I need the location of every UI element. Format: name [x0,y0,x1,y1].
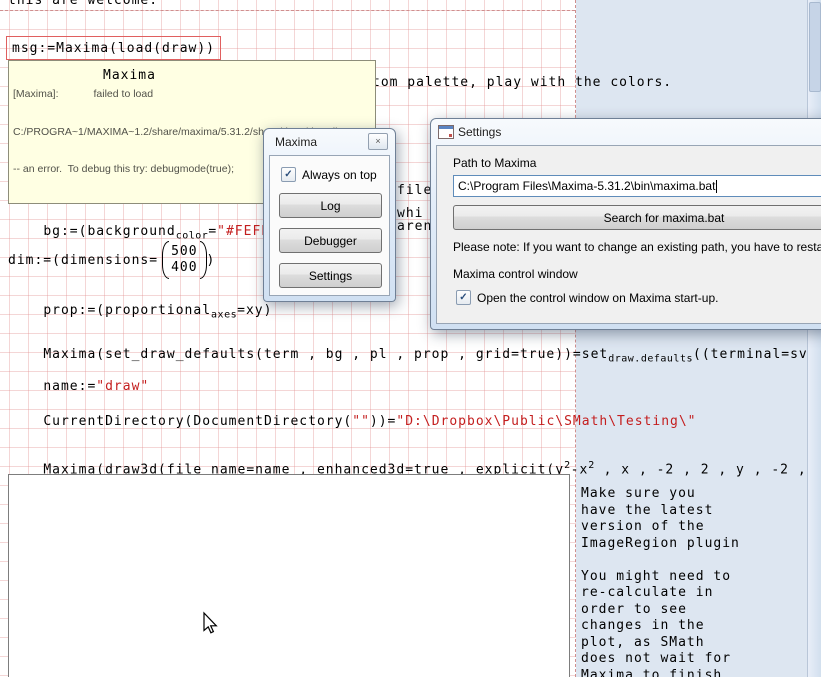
open-on-startup-row: ✓ Open the control window on Maxima star… [456,290,809,305]
text-region-welcome[interactable]: this are welcome. [8,0,158,8]
path-to-maxima-label: Path to Maxima [453,156,809,170]
expr-curdir-arg: "" [352,414,370,429]
text-region-palette-note[interactable]: tom palette, play with the colors. [372,75,672,90]
expr-msg-text: msg:=Maxima(load(draw)) [12,41,215,56]
restart-note-label: Please note: If you want to change an ex… [453,240,809,254]
always-on-top-checkbox[interactable]: ✓ [281,167,296,182]
expr-msg[interactable]: msg:=Maxima(load(draw)) [6,36,221,60]
expr-setdef-tail: ((terminal=svg) , (backgroun [693,347,821,362]
expr-dim-head: dim:=(dimensions= [8,253,158,268]
close-button[interactable]: × [368,133,388,150]
right-paren-icon [200,241,207,279]
expr-prop-subscript: axes [211,310,237,321]
page-margin-line [0,10,575,11]
open-on-startup-checkbox[interactable]: ✓ [456,290,471,305]
plot-image-region[interactable] [8,474,570,677]
settings-window-icon [438,125,454,139]
settings-window: Settings Path to Maxima C:\Program Files… [430,118,821,330]
settings-window-body: Path to Maxima C:\Program Files\Maxima-5… [436,145,821,324]
text-fragment-aren[interactable]: aren [397,219,432,234]
expr-prop-head: prop:=(proportional [43,303,211,318]
expr-draw3d-p2: -x [571,462,589,477]
expr-set-draw-defaults[interactable]: Maxima(set_draw_defaults(term , bg , pl … [8,332,821,382]
maxima-control-window: Maxima × ✓ Always on top Log Debugger Se… [263,128,396,302]
expr-setdef-head: Maxima(set_draw_defaults(term , bg , pl … [43,347,608,362]
expr-bg-eq: = [208,224,217,239]
maxima-path-input[interactable]: C:\Program Files\Maxima-5.31.2\bin\maxim… [453,175,821,197]
vertical-scrollbar[interactable] [807,0,821,677]
scrollbar-thumb[interactable] [809,2,821,92]
dimensions-stack: 500 400 [171,244,197,276]
debugger-button[interactable]: Debugger [279,228,382,253]
settings-button[interactable]: Settings [279,263,382,288]
always-on-top-label: Always on top [302,168,377,182]
search-for-maxima-button[interactable]: Search for maxima.bat [453,205,821,230]
left-paren-icon [162,241,169,279]
maxima-window-title: Maxima [275,135,317,149]
text-caret [716,180,717,193]
text-fragment-file[interactable]: file [397,183,432,198]
expr-draw3d-p3: , x , -2 , 2 , y , -2 , 2)))=draw3d((fil… [595,462,821,477]
maxima-control-window-label: Maxima control window [453,267,809,281]
expr-dim-close: ) [207,253,216,268]
smath-workspace: this are welcome. msg:=Maxima(load(draw)… [0,0,821,677]
tooltip-line-1: [Maxima]: failed to load [13,88,371,101]
log-button[interactable]: Log [279,193,382,218]
text-region-notes[interactable]: Make sure you have the latest version of… [581,486,740,677]
maxima-window-body: ✓ Always on top Log Debugger Settings [269,155,390,296]
expr-prop[interactable]: prop:=(proportionalaxes=xy) [8,288,272,338]
expr-dim[interactable]: dim:=(dimensions= 500 400 ) [8,240,215,280]
always-on-top-row: ✓ Always on top [281,167,380,182]
expr-prop-tail: =xy) [237,303,272,318]
expr-curdir-head: CurrentDirectory(DocumentDirectory( [43,414,352,429]
open-on-startup-label: Open the control window on Maxima start-… [477,291,718,305]
settings-window-title: Settings [458,125,501,139]
mouse-cursor-icon [198,611,222,635]
expr-setdef-subscript: draw.defaults [608,354,693,365]
maxima-window-titlebar[interactable]: Maxima × [264,129,395,154]
dim-width: 500 [171,244,197,260]
expr-curdir-mid: ))= [370,414,396,429]
maxima-path-value: C:\Program Files\Maxima-5.31.2\bin\maxim… [458,179,715,193]
expr-fragment-maxima[interactable]: Maxima [103,68,156,83]
expr-current-directory[interactable]: CurrentDirectory(DocumentDirectory(""))=… [8,399,697,444]
expr-bg-head: bg:=(background [43,224,175,239]
dim-height: 400 [171,260,197,276]
settings-window-titlebar[interactable]: Settings [431,119,821,144]
expr-curdir-value: "D:\Dropbox\Public\SMath\Testing\" [396,414,696,429]
